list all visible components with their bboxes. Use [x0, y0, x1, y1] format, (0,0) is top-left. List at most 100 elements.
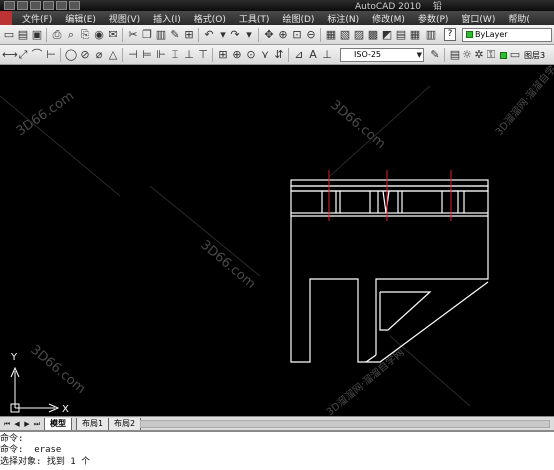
angular-icon[interactable]: △ — [106, 48, 120, 62]
aligned-dimension-icon[interactable]: ⤢ — [16, 48, 30, 62]
title-bar: AutoCAD 2010 铅 — [0, 0, 554, 11]
open-icon[interactable]: ▤ — [16, 28, 30, 42]
window-title: AutoCAD 2010 铅 — [355, 0, 442, 11]
open-icon[interactable] — [17, 1, 28, 10]
dimension-text-edit-icon[interactable]: ⊿ — [292, 48, 306, 62]
redo-icon[interactable] — [56, 1, 67, 10]
ucs-y-label: Y — [10, 352, 18, 363]
drawing-svg: 3D66.com 3D66.com 3D66.com 3D66.com 3D溜溜… — [0, 66, 554, 416]
save-icon[interactable]: ▣ — [30, 28, 44, 42]
dimension-space-icon[interactable]: ⌶ — [168, 48, 182, 62]
command-line[interactable]: 命令: 命令: erase 选择对象: 找到 1 个 — [0, 430, 554, 470]
jogged-linear-icon[interactable]: ⋎ — [258, 48, 272, 62]
3d-dwf-icon[interactable]: ◉ — [92, 28, 106, 42]
menu-file[interactable]: 文件(F) — [18, 12, 61, 25]
menu-edit[interactable]: 编辑(E) — [61, 12, 105, 25]
dimension-toolbar: ⟷ ⤢ ⌒ ⊢ ◯ ⊘ ⌀ △ ⊣ ⊨ ⊩ ⌶ ⊥ ⊤ ⊞ ⊕ ⊙ ⋎ ⇵ ⊿ … — [0, 45, 554, 65]
copy-icon[interactable]: ❐ — [140, 28, 154, 42]
plot-preview-icon[interactable]: ⌕ — [64, 28, 78, 42]
toolbar-separator — [320, 28, 321, 42]
radius-icon[interactable]: ◯ — [64, 48, 78, 62]
center-mark-icon[interactable]: ⊕ — [230, 48, 244, 62]
quick-dimension-icon[interactable]: ⊣ — [126, 48, 140, 62]
color-value: ByLayer — [475, 30, 508, 39]
first-tab-icon[interactable]: ⏮ — [2, 419, 12, 429]
dimension-update-icon[interactable]: A — [306, 48, 320, 62]
application-menu-button[interactable] — [0, 11, 12, 25]
inspect-icon[interactable]: ⊙ — [244, 48, 258, 62]
dimension-edit-icon[interactable]: ⇵ — [272, 48, 286, 62]
layer-properties-icon[interactable]: ▥ — [424, 28, 438, 42]
menu-insert[interactable]: 插入(I) — [149, 12, 190, 25]
help-button[interactable]: ? — [444, 28, 456, 41]
menu-view[interactable]: 视图(V) — [105, 12, 149, 25]
watermark-text: 3D66.com — [327, 98, 388, 152]
linear-dimension-icon[interactable]: ⟷ — [2, 48, 18, 62]
watermark-text: 3D66.com — [197, 238, 258, 292]
etransmit-icon[interactable]: ✉ — [106, 28, 120, 42]
horizontal-scrollbar[interactable] — [140, 420, 550, 428]
drawing-canvas[interactable]: 3D66.com 3D66.com 3D66.com 3D66.com 3D溜溜… — [0, 66, 554, 416]
dimension-break-icon[interactable]: ⊥ — [182, 48, 196, 62]
tool-palettes-icon[interactable]: ▨ — [352, 28, 366, 42]
quickcalc-icon[interactable]: ▤ — [394, 28, 408, 42]
diameter-icon[interactable]: ⌀ — [92, 48, 106, 62]
watermark-text: 3D溜溜网·溜溜自学网 — [324, 346, 407, 416]
print-icon[interactable] — [69, 1, 80, 10]
dimension-override-icon[interactable]: ⊥ — [320, 48, 334, 62]
menu-dimension[interactable]: 标注(N) — [323, 12, 368, 25]
markup-icon[interactable]: ◩ — [380, 28, 394, 42]
menu-draw[interactable]: 绘图(D) — [278, 12, 323, 25]
toolbar-separator — [46, 28, 47, 42]
new-icon[interactable] — [4, 1, 15, 10]
pan-icon[interactable]: ✥ — [262, 28, 276, 42]
color-dropdown[interactable]: ByLayer — [462, 28, 552, 42]
menu-help[interactable]: 帮助( — [504, 12, 539, 25]
sheet-set-icon[interactable]: ▩ — [366, 28, 380, 42]
jogged-icon[interactable]: ⊘ — [78, 48, 92, 62]
zoom-window-icon[interactable]: ⊡ — [290, 28, 304, 42]
paste-icon[interactable]: ▥ — [154, 28, 168, 42]
tolerance-icon[interactable]: ⊤ — [196, 48, 210, 62]
design-center-icon[interactable]: ▧ — [338, 28, 352, 42]
undo-icon[interactable] — [43, 1, 54, 10]
dimension-style-dropdown[interactable]: ISO-25 ▼ — [340, 48, 424, 62]
undo-icon[interactable]: ↶ — [202, 28, 216, 42]
publish-icon[interactable]: ⎘ — [78, 28, 92, 42]
dimension-style-manager-icon[interactable]: ✎ — [428, 48, 442, 62]
print-icon[interactable]: ⎙ — [50, 28, 64, 42]
new-icon[interactable]: ▭ — [2, 28, 16, 42]
cut-icon[interactable]: ✂ — [126, 28, 140, 42]
watermark-text: 3D66.com — [27, 343, 88, 397]
command-history-line: 命令: — [0, 434, 24, 444]
prev-tab-icon[interactable]: ◀ — [12, 419, 22, 429]
toolbar-separator — [198, 28, 199, 42]
tolerance-frame-icon[interactable]: ⊞ — [216, 48, 230, 62]
next-tab-icon[interactable]: ▶ — [22, 419, 32, 429]
menu-tools[interactable]: 工具(T) — [235, 12, 279, 25]
watermark-text: 3D溜溜网·溜溜自学网 — [492, 66, 554, 138]
layer-name[interactable]: 图层3 — [524, 50, 545, 61]
command-prompt-line: 选择对象: 找到 1 个 — [0, 457, 91, 467]
properties-icon[interactable]: ▦ — [324, 28, 338, 42]
redo-icon[interactable]: ↷ — [228, 28, 242, 42]
zoom-realtime-icon[interactable]: ⊕ — [276, 28, 290, 42]
app-name: AutoCAD 2010 — [355, 2, 422, 11]
arc-length-icon[interactable]: ⌒ — [30, 48, 44, 62]
part-geometry[interactable] — [290, 179, 489, 363]
toolbar-separator — [258, 28, 259, 42]
menu-format[interactable]: 格式(O) — [190, 12, 235, 25]
last-tab-icon[interactable]: ⏭ — [32, 419, 42, 429]
match-properties-icon[interactable]: ✎ — [168, 28, 182, 42]
save-icon[interactable] — [30, 1, 41, 10]
continue-icon[interactable]: ⊩ — [154, 48, 168, 62]
zoom-previous-icon[interactable]: ⊖ — [304, 28, 318, 42]
ordinate-icon[interactable]: ⊢ — [44, 48, 58, 62]
calculator-icon[interactable]: ▦ — [408, 28, 422, 42]
menu-modify[interactable]: 修改(M) — [368, 12, 414, 25]
menu-window[interactable]: 窗口(W) — [457, 12, 504, 25]
menu-parametric[interactable]: 参数(P) — [414, 12, 457, 25]
baseline-icon[interactable]: ⊨ — [140, 48, 154, 62]
block-editor-icon[interactable]: ⊞ — [182, 28, 196, 42]
redo-dropdown-icon[interactable]: ▾ — [242, 28, 256, 42]
